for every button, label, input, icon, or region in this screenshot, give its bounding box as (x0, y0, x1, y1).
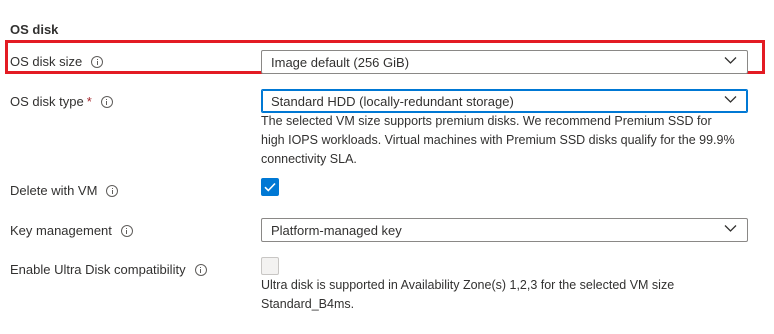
ultra-disk-label: Enable Ultra Disk compatibility (10, 262, 186, 277)
os-disk-size-label: OS disk size (10, 54, 83, 69)
os-disk-type-label-row: OS disk type * (10, 94, 113, 109)
help-line: Ultra disk is supported in Availability … (261, 278, 675, 292)
delete-with-vm-checkbox[interactable] (261, 178, 279, 196)
os-disk-type-help: The selected VM size supports premium di… (261, 112, 751, 169)
key-management-label: Key management (10, 223, 112, 238)
key-management-value: Platform-managed key (271, 222, 402, 238)
key-management-label-row: Key management (10, 223, 133, 238)
chevron-down-icon (724, 57, 737, 64)
info-icon[interactable] (100, 95, 113, 108)
required-marker: * (86, 94, 92, 109)
chevron-down-icon (724, 225, 737, 232)
info-icon[interactable] (194, 263, 207, 276)
help-line: connectivity SLA. (261, 152, 357, 166)
help-line: The selected VM size supports premium di… (261, 114, 712, 128)
os-disk-type-dropdown[interactable]: Standard HDD (locally-redundant storage) (261, 89, 748, 113)
help-line: Standard_B4ms. (261, 297, 355, 311)
ultra-disk-label-row: Enable Ultra Disk compatibility (10, 262, 207, 277)
ultra-disk-help: Ultra disk is supported in Availability … (261, 276, 751, 314)
os-disk-type-value: Standard HDD (locally-redundant storage) (271, 93, 514, 109)
info-icon[interactable] (91, 55, 104, 68)
os-disk-size-value: Image default (256 GiB) (271, 54, 410, 70)
info-icon[interactable] (106, 184, 119, 197)
chevron-down-icon (724, 96, 737, 103)
help-line: high IOPS workloads. Virtual machines wi… (261, 133, 735, 147)
os-disk-size-dropdown[interactable]: Image default (256 GiB) (261, 50, 748, 74)
os-disk-type-label: OS disk type (10, 94, 84, 109)
info-icon[interactable] (120, 224, 133, 237)
ultra-disk-checkbox[interactable] (261, 257, 279, 275)
key-management-dropdown[interactable]: Platform-managed key (261, 218, 748, 242)
delete-with-vm-label: Delete with VM (10, 183, 98, 198)
delete-with-vm-label-row: Delete with VM (10, 183, 119, 198)
section-title: OS disk (10, 22, 59, 37)
os-disk-size-label-row: OS disk size (10, 54, 104, 69)
checkmark-icon (264, 182, 276, 192)
